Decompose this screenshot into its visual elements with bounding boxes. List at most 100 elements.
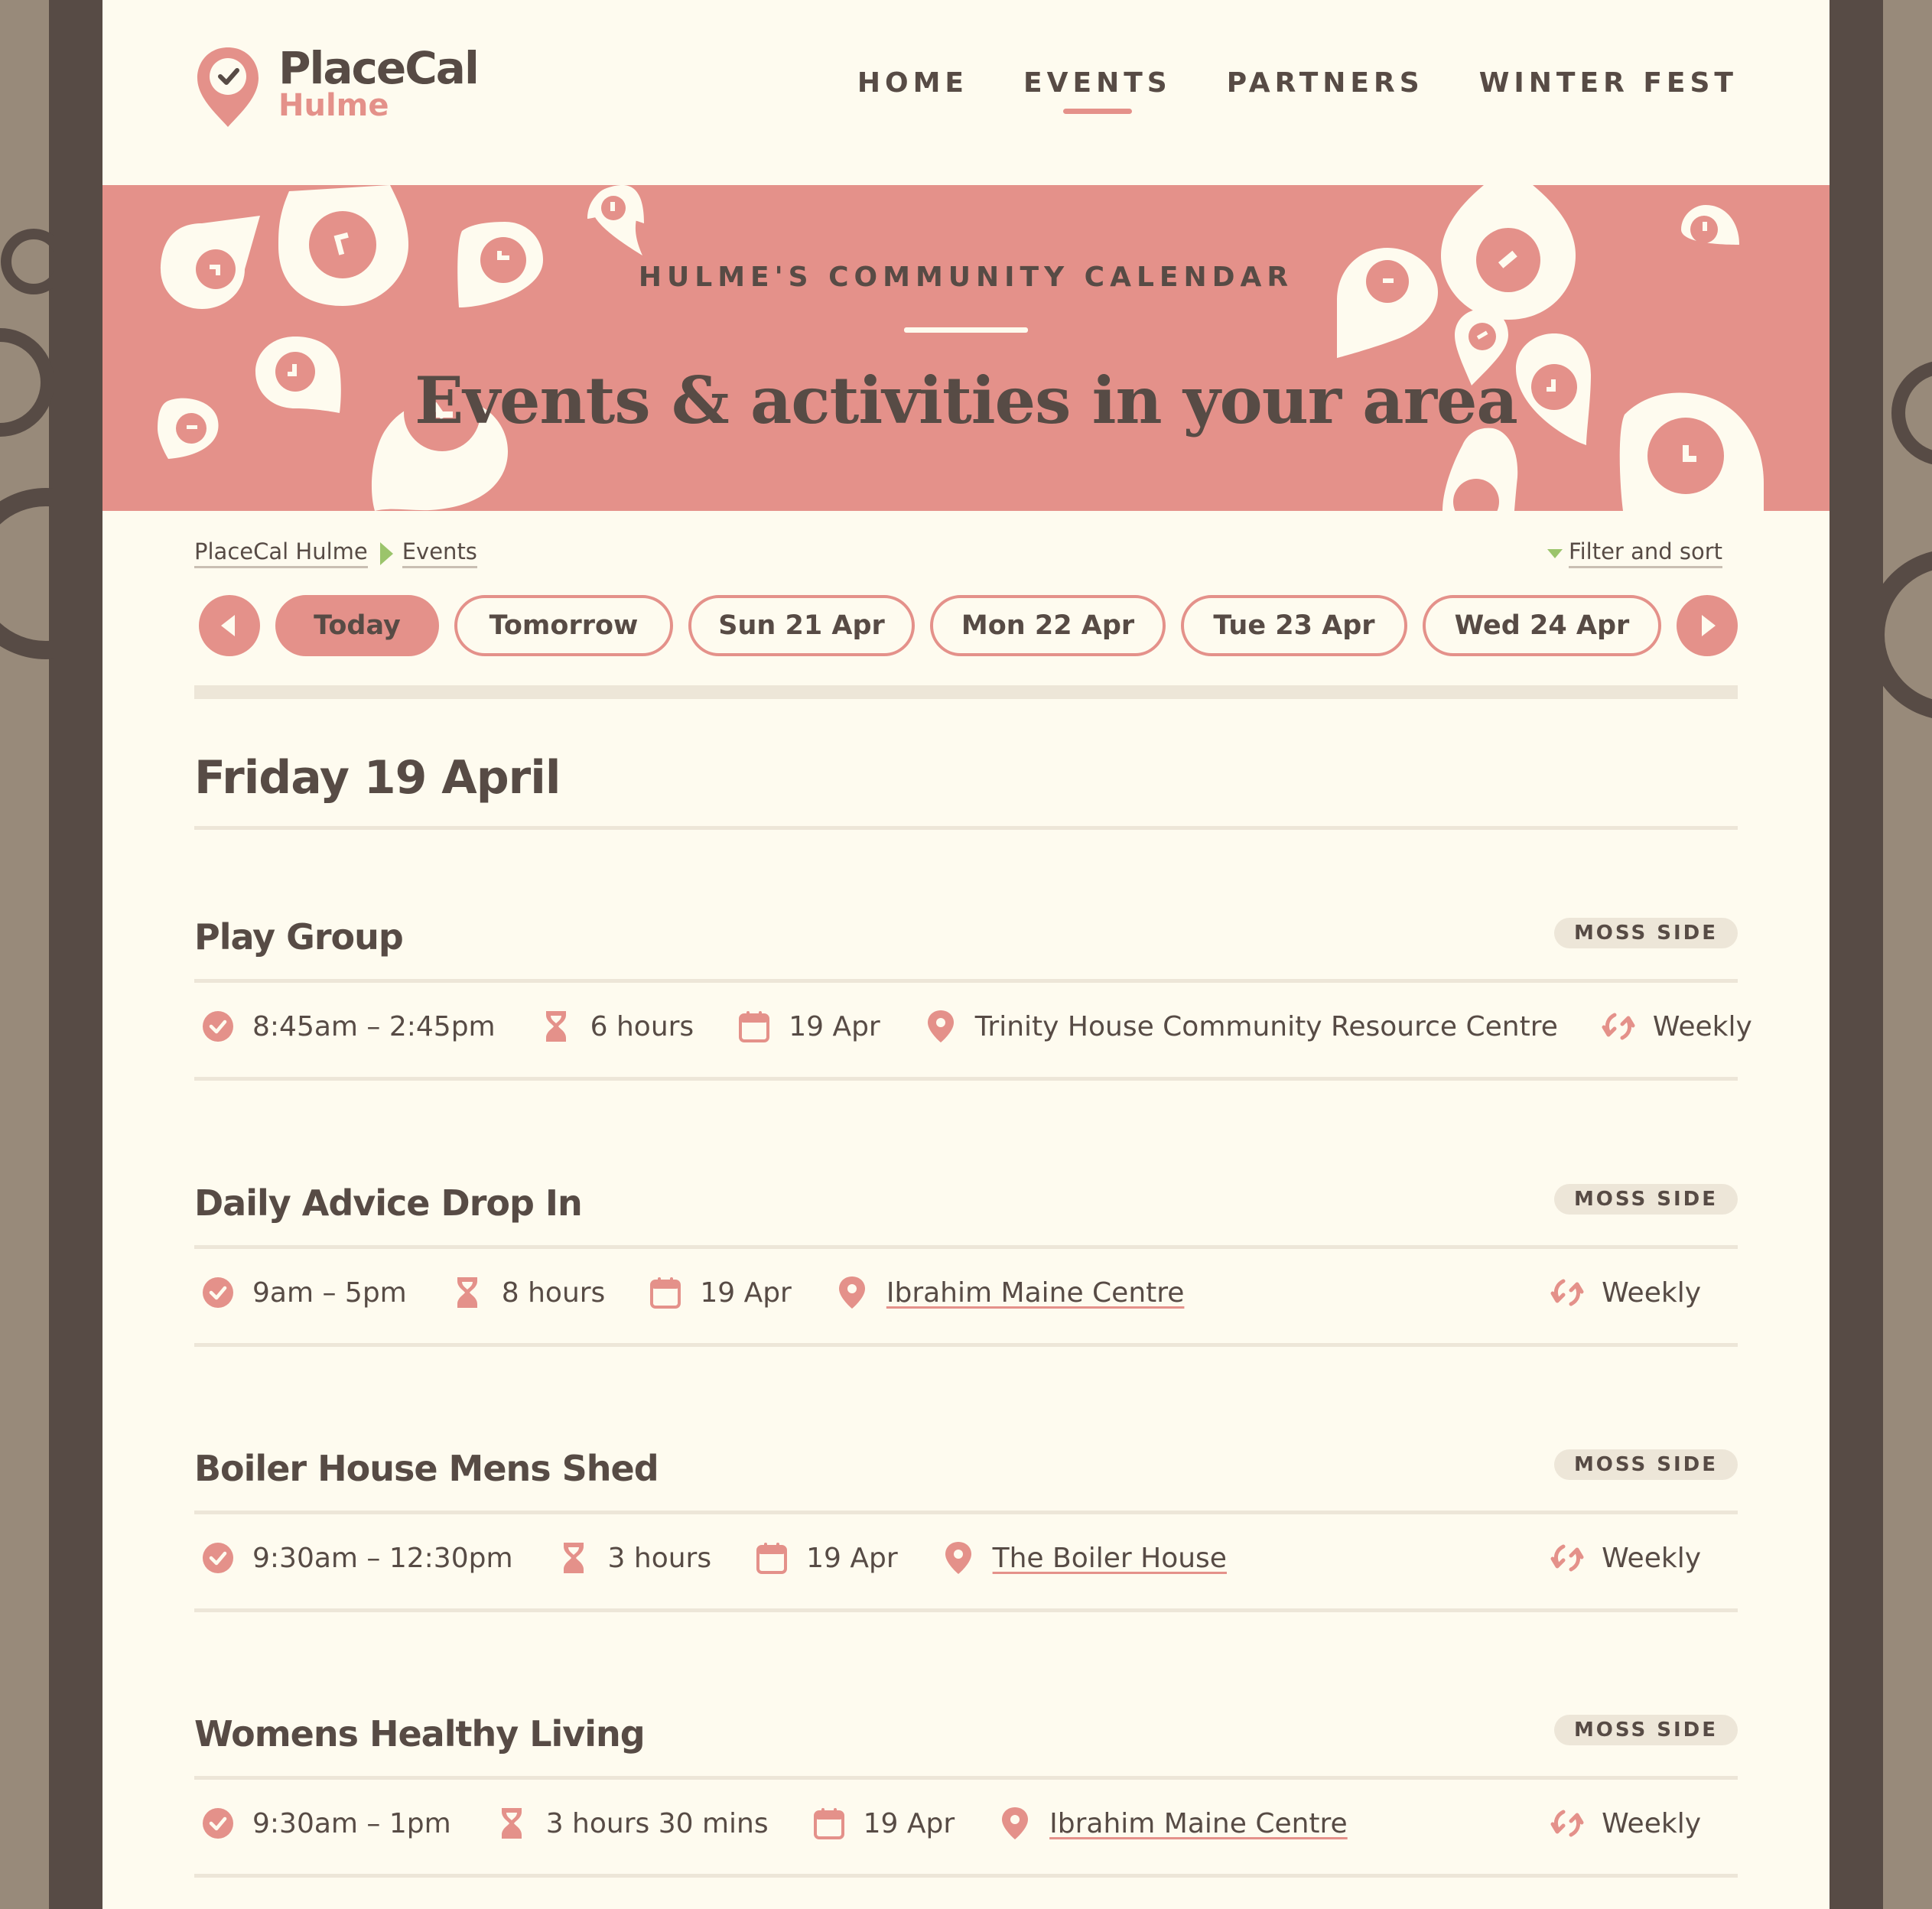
event-time-value: 9am – 5pm — [252, 1276, 407, 1309]
neighbourhood-badge: MOSS SIDE — [1553, 1449, 1738, 1480]
day-picker-scrollbar[interactable] — [194, 685, 1738, 699]
clock-icon — [203, 1277, 233, 1308]
event-date-value: 19 Apr — [700, 1276, 792, 1309]
logo-subtitle: Hulme — [278, 88, 389, 123]
map-pin-icon — [927, 1010, 954, 1042]
clock-icon — [203, 1543, 233, 1573]
chevron-left-icon — [221, 615, 235, 636]
event-time: 9am – 5pm — [200, 1275, 407, 1310]
neighbourhood-badge: MOSS SIDE — [1553, 918, 1738, 948]
previous-days-button[interactable] — [199, 595, 260, 656]
event-repeat-value: Weekly — [1602, 1807, 1701, 1839]
event-time: 9:30am – 1pm — [200, 1806, 451, 1841]
map-pin-icon — [945, 1542, 971, 1574]
background-band-left — [49, 0, 102, 1909]
calendar-icon — [739, 1011, 770, 1042]
event-duration: 8 hours — [450, 1275, 606, 1310]
event-repeat-value: Weekly — [1602, 1542, 1701, 1574]
logo-name: PlaceCal — [278, 42, 480, 94]
event-repeat-value: Weekly — [1652, 1010, 1752, 1042]
event-details: 8:45am – 2:45pm 6 hours 19 Apr Trinity H… — [200, 1005, 1752, 1048]
event-date-value: 19 Apr — [789, 1010, 880, 1042]
event-duration-value: 3 hours 30 mins — [545, 1807, 769, 1839]
neighbourhood-badge: MOSS SIDE — [1553, 1184, 1738, 1215]
day-button-tomorrow[interactable]: Tomorrow — [454, 595, 673, 656]
event-title[interactable]: Boiler House Mens Shed — [194, 1448, 659, 1489]
repeat-icon — [1550, 1810, 1584, 1837]
day-heading-divider — [194, 826, 1738, 830]
event-card[interactable]: Boiler House Mens Shed MOSS SIDE 9:30am … — [194, 1448, 1738, 1615]
event-time-value: 9:30am – 1pm — [252, 1807, 451, 1839]
event-place-link[interactable]: Ibrahim Maine Centre — [1049, 1808, 1348, 1839]
event-place: Trinity House Community Resource Centre — [923, 1009, 1558, 1044]
nav-winter-fest[interactable]: WINTER FEST — [1479, 67, 1738, 99]
hero-title: Events & activities in your area — [415, 363, 1518, 438]
map-pin-icon — [838, 1276, 865, 1309]
event-details: 9:30am – 1pm 3 hours 30 mins 19 Apr Ibra… — [200, 1802, 1701, 1845]
event-time-value: 9:30am – 12:30pm — [252, 1542, 513, 1574]
clock-icon — [203, 1808, 233, 1839]
event-divider — [194, 1608, 1738, 1612]
background-band-right — [1830, 0, 1883, 1909]
event-divider — [194, 1776, 1738, 1780]
site-header: PlaceCal Hulme HOME EVENTS PARTNERS WINT… — [102, 0, 1830, 185]
event-duration: 6 hours — [538, 1009, 694, 1044]
event-details: 9:30am – 12:30pm 3 hours 19 Apr The Boil… — [200, 1537, 1701, 1579]
breadcrumb-home[interactable]: PlaceCal Hulme — [194, 538, 368, 568]
event-divider — [194, 1245, 1738, 1249]
hourglass-icon — [457, 1277, 477, 1308]
chevron-right-icon — [1702, 615, 1716, 636]
main-nav: HOME EVENTS PARTNERS WINTER FEST — [857, 67, 1738, 99]
breadcrumb: PlaceCal Hulme Events — [194, 538, 477, 568]
event-duration-value: 3 hours — [607, 1542, 712, 1574]
day-button-today[interactable]: Today — [275, 595, 439, 656]
day-button-mon-22-apr[interactable]: Mon 22 Apr — [930, 595, 1166, 656]
filter-and-sort-label: Filter and sort — [1569, 538, 1722, 568]
event-place-link[interactable]: The Boiler House — [993, 1543, 1227, 1574]
event-divider — [194, 1077, 1738, 1081]
event-title[interactable]: Play Group — [194, 916, 404, 958]
breadcrumb-events[interactable]: Events — [402, 538, 477, 568]
event-title[interactable]: Daily Advice Drop In — [194, 1182, 583, 1224]
event-place-link[interactable]: Ibrahim Maine Centre — [886, 1277, 1185, 1309]
event-date-value: 19 Apr — [863, 1807, 955, 1839]
event-duration-value: 6 hours — [590, 1010, 694, 1042]
nav-partners[interactable]: PARTNERS — [1227, 67, 1424, 99]
background-pins-right — [1883, 361, 1932, 718]
day-button-tue-23-apr[interactable]: Tue 23 Apr — [1181, 595, 1407, 656]
event-details: 9am – 5pm 8 hours 19 Apr Ibrahim Maine C… — [200, 1271, 1701, 1314]
event-divider — [194, 1343, 1738, 1347]
hero-pin-pattern — [158, 185, 1764, 511]
event-card[interactable]: Daily Advice Drop In MOSS SIDE 9am – 5pm… — [194, 1182, 1738, 1349]
event-duration: 3 hours — [556, 1540, 712, 1576]
clock-icon — [203, 1011, 233, 1042]
nav-home[interactable]: HOME — [857, 67, 968, 99]
day-heading: Friday 19 April — [194, 751, 561, 805]
event-card[interactable]: Play Group MOSS SIDE 8:45am – 2:45pm 6 h… — [194, 916, 1752, 1083]
event-duration: 3 hours 30 mins — [494, 1806, 769, 1841]
event-place-value: Trinity House Community Resource Centre — [974, 1010, 1558, 1042]
day-picker: Today Tomorrow Sun 21 Apr Mon 22 Apr Tue… — [199, 595, 1738, 656]
event-date: 19 Apr — [737, 1009, 880, 1044]
event-duration-value: 8 hours — [501, 1276, 606, 1309]
filter-and-sort-toggle[interactable]: Filter and sort — [1547, 538, 1722, 568]
calendar-icon — [650, 1277, 681, 1309]
calendar-icon — [756, 1543, 788, 1574]
event-date: 19 Apr — [754, 1540, 898, 1576]
event-date: 19 Apr — [648, 1275, 792, 1310]
event-title[interactable]: Womens Healthy Living — [194, 1713, 646, 1755]
next-days-button[interactable] — [1677, 595, 1738, 656]
event-divider — [194, 1511, 1738, 1514]
calendar-icon — [813, 1808, 844, 1839]
site-logo[interactable]: PlaceCal Hulme — [194, 42, 480, 130]
day-button-sun-21-apr[interactable]: Sun 21 Apr — [688, 595, 915, 656]
repeat-icon — [1550, 1279, 1584, 1306]
event-divider — [194, 1874, 1738, 1878]
event-card[interactable]: Womens Healthy Living MOSS SIDE 9:30am –… — [194, 1713, 1738, 1880]
caret-down-icon — [1547, 548, 1563, 558]
event-repeat: Weekly — [1550, 1275, 1701, 1310]
event-repeat: Weekly — [1550, 1806, 1701, 1841]
nav-events[interactable]: EVENTS — [1023, 67, 1172, 99]
repeat-icon — [1602, 1013, 1635, 1040]
day-button-wed-24-apr[interactable]: Wed 24 Apr — [1423, 595, 1661, 656]
